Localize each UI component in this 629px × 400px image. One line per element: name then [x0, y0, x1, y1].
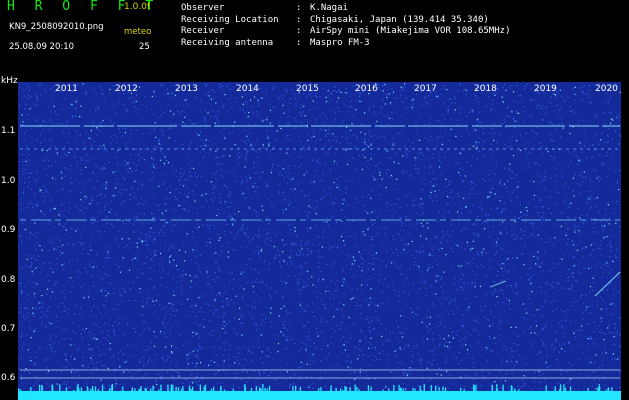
info-key: Receiving antenna	[181, 37, 274, 48]
meteo-value: 25	[139, 42, 150, 52]
info-row-antenna: Receiving antenna : Maspro FM-3	[181, 38, 510, 50]
header-panel: H R O F F T 1.0.0f KN9_2508092010.png me…	[0, 0, 629, 74]
datetime-label: 25.08.09 20:10	[9, 42, 75, 52]
frequency-unit-label: kHz	[1, 76, 18, 86]
year-tick-label: 2011	[55, 84, 78, 94]
year-tick-label: 2014	[236, 84, 259, 94]
info-value: AirSpy mini (Miakejima VOR 108.65MHz)	[310, 26, 511, 36]
year-tick-label: 2012	[115, 84, 138, 94]
frequency-tick-label: 0.6	[1, 373, 16, 383]
info-row-receiver: Receiver : AirSpy mini (Miakejima VOR 10…	[181, 26, 510, 38]
info-value: Maspro FM-3	[310, 37, 370, 48]
frequency-tick-label: 0.9	[1, 225, 16, 235]
year-tick-label: 2019	[534, 84, 557, 94]
info-separator: :	[296, 3, 302, 13]
station-info: Observer : K.Nagai Receiving Location : …	[181, 3, 510, 49]
filename-label: KN9_2508092010.png	[9, 22, 104, 32]
frequency-axis: kHz 1.1 1.0 0.9 0.8 0.7 0.6	[1, 76, 18, 383]
info-key: Observer	[181, 3, 225, 13]
spectrogram-panel: 2011 2012 2013 2014 2015 2016 2017 2018 …	[0, 74, 629, 400]
info-value: Chigasaki, Japan (139.414 35.340)	[310, 14, 489, 25]
info-value: K.Nagai	[310, 3, 348, 13]
year-tick-label: 2017	[414, 84, 437, 94]
info-key: Receiver	[181, 26, 225, 36]
info-separator: :	[296, 37, 302, 48]
frequency-tick-label: 0.7	[1, 324, 15, 334]
frequency-tick-label: 1.0	[1, 176, 16, 186]
info-separator: :	[296, 26, 302, 36]
year-tick-label: 2016	[355, 84, 378, 94]
year-tick-label: 2015	[296, 84, 319, 94]
frequency-tick-label: 1.1	[1, 126, 15, 136]
year-tick-label: 2020	[595, 84, 618, 94]
spectrogram-canvas: 2011 2012 2013 2014 2015 2016 2017 2018 …	[1, 76, 622, 400]
spectrogram-background	[18, 82, 621, 400]
info-row-observer: Observer : K.Nagai	[181, 3, 510, 15]
version-label: 1.0.0f	[124, 2, 151, 12]
info-row-location: Receiving Location : Chigasaki, Japan (1…	[181, 15, 510, 27]
year-tick-label: 2013	[175, 84, 198, 94]
info-key: Receiving Location	[181, 14, 279, 25]
year-tick-label: 2018	[474, 84, 497, 94]
meteo-label: meteo	[124, 27, 152, 37]
info-separator: :	[296, 14, 302, 25]
frequency-tick-label: 0.8	[1, 275, 16, 285]
